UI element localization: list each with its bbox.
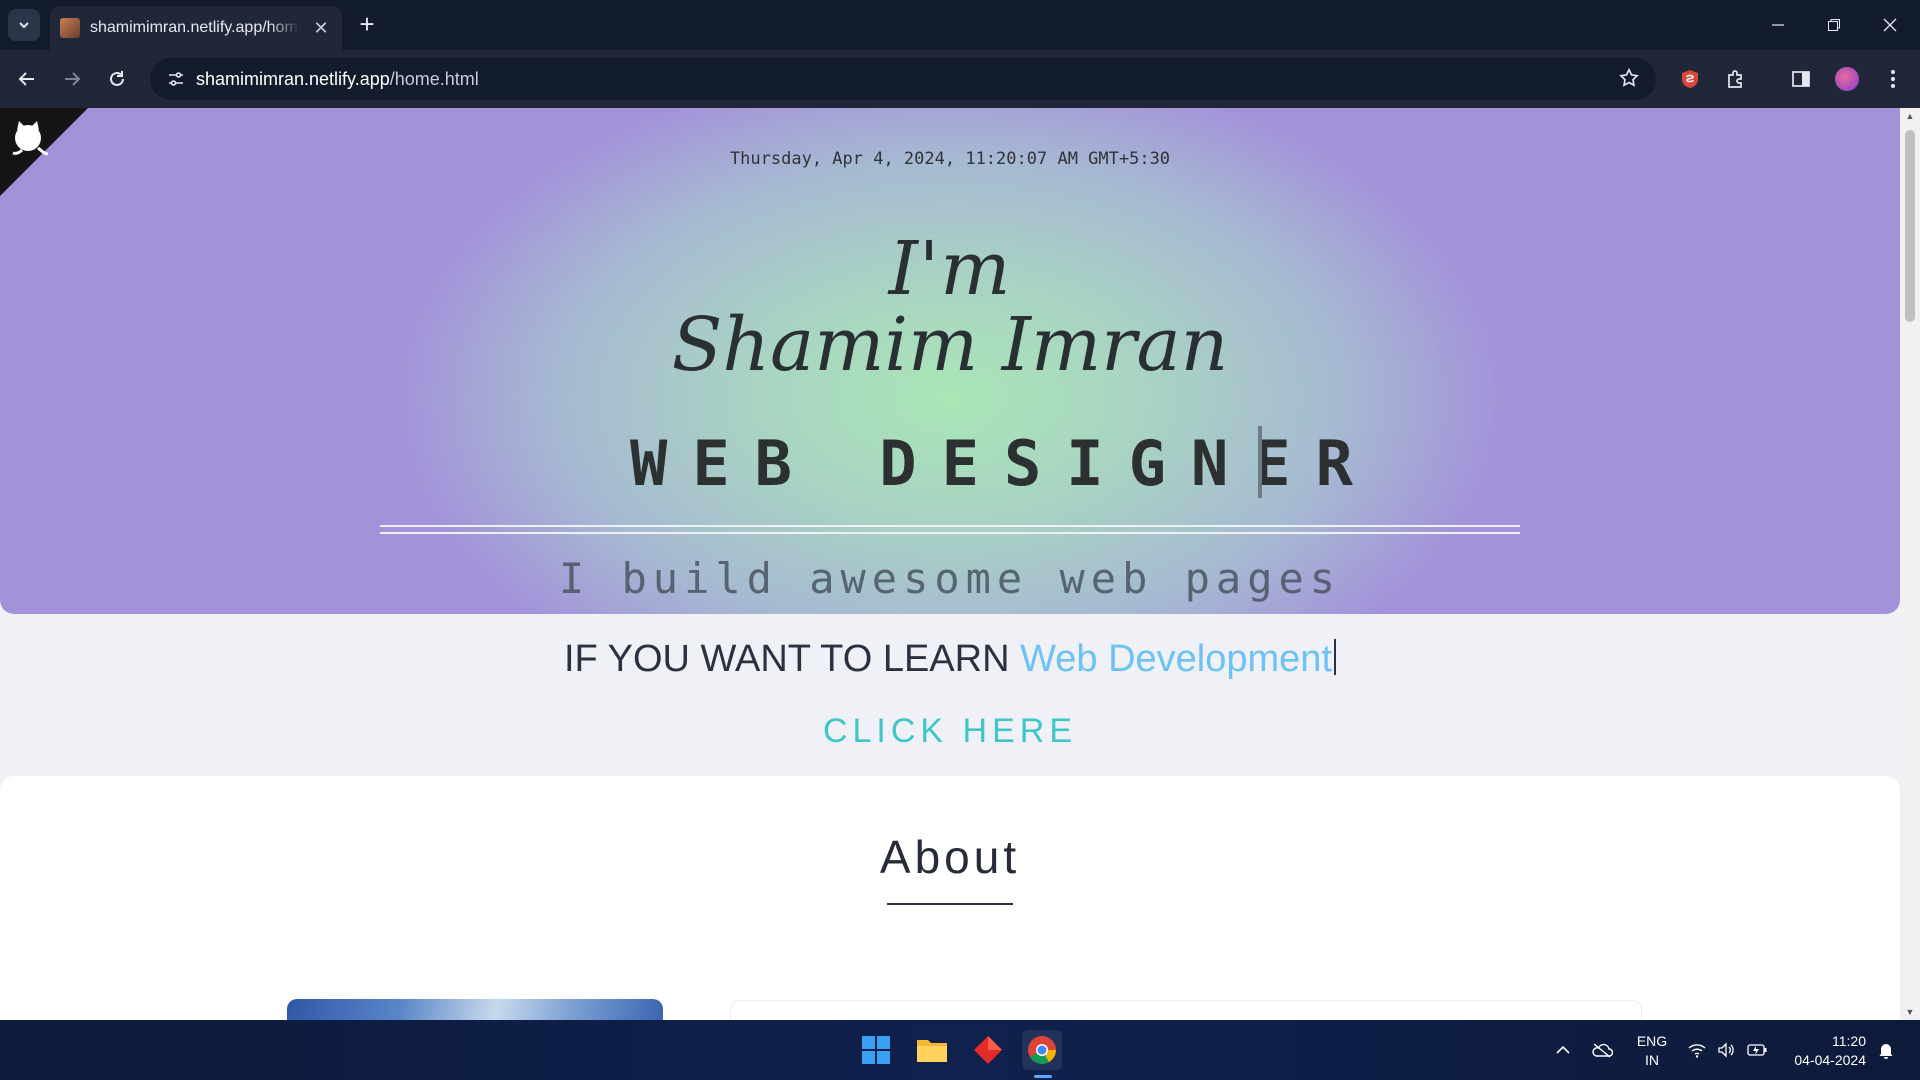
side-panel-icon xyxy=(1792,71,1810,87)
tab-close-icon[interactable]: ✕ xyxy=(310,18,332,39)
browser-tab-strip: shamimimran.netlify.app/home.html ✕ + xyxy=(0,0,1920,50)
volume-button[interactable] xyxy=(1714,1038,1738,1062)
hero-divider-bottom xyxy=(380,532,1520,534)
network-button[interactable] xyxy=(1685,1038,1709,1062)
typed-role-text: WEB DESIGNER xyxy=(630,427,1378,500)
scrollbar-thumb[interactable] xyxy=(1905,130,1915,322)
speaker-icon xyxy=(1718,1042,1734,1058)
hero-divider-top xyxy=(380,525,1520,527)
click-here-link[interactable]: CLICK HERE xyxy=(0,712,1900,751)
site-favicon-icon xyxy=(60,18,80,38)
profile-avatar[interactable] xyxy=(1835,67,1859,91)
battery-charging-icon xyxy=(1747,1044,1767,1056)
chrome-taskbar-button[interactable] xyxy=(1022,1030,1062,1070)
about-heading: About xyxy=(879,831,1021,883)
side-panel-button[interactable] xyxy=(1784,62,1818,96)
url-host: shamimimran.netlify.app xyxy=(196,69,390,89)
extensions-menu-button[interactable] xyxy=(1719,62,1753,96)
region-code: IN xyxy=(1645,1052,1659,1068)
kebab-menu-icon xyxy=(1891,70,1895,88)
browser-toolbar: shamimimran.netlify.app/home.html xyxy=(0,50,1920,108)
about-text-card xyxy=(730,1000,1642,1020)
hero-section: Thursday, Apr 4, 2024, 11:20:07 AM GMT+5… xyxy=(0,108,1900,614)
chevron-up-icon xyxy=(1556,1045,1570,1054)
active-app-indicator xyxy=(1034,1075,1052,1078)
restore-button[interactable] xyxy=(1806,0,1862,50)
url-path: /home.html xyxy=(389,69,479,89)
windows-logo-icon xyxy=(862,1036,890,1064)
close-icon xyxy=(1883,18,1897,32)
learn-highlight: Web Development xyxy=(1020,638,1332,680)
clock-time: 11:20 xyxy=(1832,1033,1866,1049)
about-section: About xyxy=(0,776,1900,1020)
minimize-icon xyxy=(1772,24,1784,26)
scroll-down-arrow-icon[interactable]: ▼ xyxy=(1905,1007,1915,1017)
about-underline xyxy=(887,903,1013,905)
browser-tab-active[interactable]: shamimimran.netlify.app/home.html ✕ xyxy=(50,6,342,50)
greeting-text: I'm xyxy=(888,226,1012,312)
arrow-right-icon xyxy=(65,72,81,86)
red-diamond-app-icon xyxy=(974,1036,1002,1064)
clock-date: 04-04-2024 xyxy=(1794,1052,1866,1068)
about-photo xyxy=(287,999,663,1020)
owner-name: Shamim Imran xyxy=(671,302,1229,388)
new-tab-button[interactable]: + xyxy=(352,10,382,40)
hero-tagline: I build awesome web pages xyxy=(558,554,1342,603)
close-window-button[interactable] xyxy=(1862,0,1918,50)
windows-taskbar: ENG IN 11:20 04-04-2024 xyxy=(0,1020,1920,1080)
star-icon xyxy=(1619,67,1639,87)
restore-icon xyxy=(1828,19,1840,31)
battery-button[interactable] xyxy=(1745,1038,1769,1062)
wifi-icon xyxy=(1688,1044,1706,1058)
scroll-up-arrow-icon[interactable]: ▲ xyxy=(1905,111,1915,121)
puzzle-icon xyxy=(1728,70,1742,88)
learn-banner: IF YOU WANT TO LEARN Web Development xyxy=(0,638,1900,681)
bookmark-button[interactable] xyxy=(1618,67,1640,94)
current-datetime: Thursday, Apr 4, 2024, 11:20:07 AM GMT+5… xyxy=(729,149,1171,169)
app-launcher-button[interactable] xyxy=(968,1030,1008,1070)
forward-button[interactable] xyxy=(55,62,89,96)
back-button[interactable] xyxy=(10,62,44,96)
taskbar-clock[interactable]: 11:20 04-04-2024 xyxy=(1776,1032,1866,1070)
browser-menu-button[interactable] xyxy=(1876,62,1910,96)
file-explorer-button[interactable] xyxy=(912,1030,952,1070)
start-button[interactable] xyxy=(856,1030,896,1070)
url-text: shamimimran.netlify.app/home.html xyxy=(196,69,479,90)
tab-search-button[interactable] xyxy=(8,9,40,41)
chrome-icon xyxy=(1028,1036,1056,1064)
minimize-button[interactable] xyxy=(1750,0,1806,50)
typing-caret-learn xyxy=(1334,639,1336,675)
tune-icon xyxy=(169,72,183,86)
learn-prefix: IF YOU WANT TO LEARN xyxy=(564,638,1021,680)
page-scrollbar[interactable]: ▲ ▼ xyxy=(1900,108,1920,1020)
language-code: ENG xyxy=(1636,1033,1668,1049)
site-info-button[interactable] xyxy=(160,63,192,95)
chevron-down-icon xyxy=(19,22,29,29)
input-language-indicator[interactable]: ENG IN xyxy=(1625,1032,1679,1070)
cloud-offline-icon xyxy=(1592,1043,1613,1058)
tab-title: shamimimran.netlify.app/home.html xyxy=(90,19,300,36)
reload-icon xyxy=(110,71,124,86)
arrow-left-icon xyxy=(18,72,34,86)
bell-icon xyxy=(1879,1044,1893,1059)
extension-button[interactable] xyxy=(1673,62,1707,96)
onedrive-button[interactable] xyxy=(1590,1038,1614,1062)
shield-extension-icon xyxy=(1682,70,1698,88)
show-hidden-icons-button[interactable] xyxy=(1551,1038,1575,1062)
reload-button[interactable] xyxy=(100,62,134,96)
notifications-button[interactable] xyxy=(1874,1038,1898,1062)
page-viewport: Thursday, Apr 4, 2024, 11:20:07 AM GMT+5… xyxy=(0,108,1920,1020)
folder-icon xyxy=(917,1040,947,1062)
address-bar[interactable]: shamimimran.netlify.app/home.html xyxy=(150,58,1656,100)
typing-caret xyxy=(1258,426,1262,498)
